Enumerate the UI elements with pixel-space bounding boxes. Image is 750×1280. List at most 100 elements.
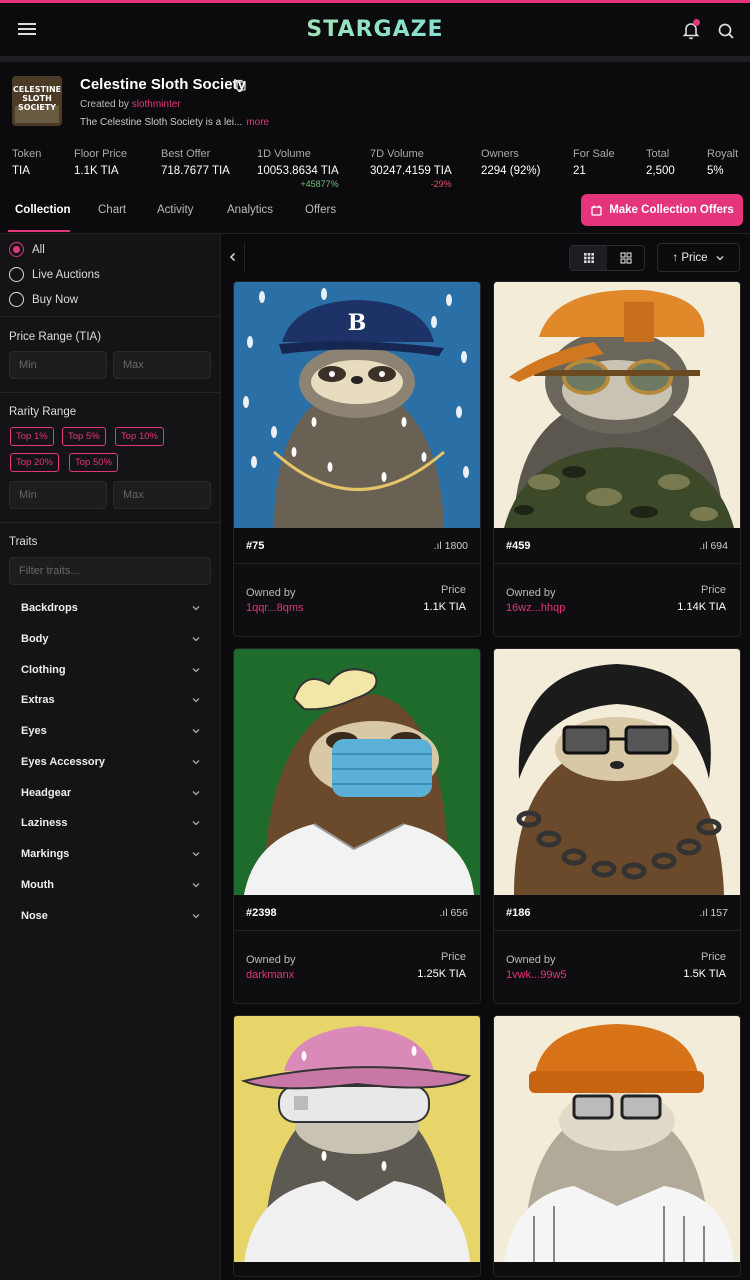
tab-analytics[interactable]: Analytics — [227, 204, 273, 216]
stat-token: Token TIA — [12, 148, 42, 177]
rarity-chip-top-5[interactable]: Top 5% — [62, 427, 106, 446]
filter-buy-now[interactable]: Buy Now — [9, 292, 78, 307]
nft-card[interactable] — [493, 1015, 741, 1277]
token-id: #459 — [506, 539, 531, 552]
owner-address[interactable]: darkmanx — [246, 969, 294, 981]
filter-traits-input[interactable]: Filter traits... — [9, 557, 211, 585]
nft-card[interactable] — [233, 1015, 481, 1277]
collapse-sidebar-button[interactable] — [221, 242, 245, 272]
nft-image: B — [234, 282, 480, 528]
rarity-rank: .ıl 656 — [439, 906, 468, 919]
chevron-down-icon — [192, 852, 200, 857]
nft-image — [234, 649, 480, 895]
price-value: 1.14K TIA — [677, 601, 726, 613]
sort-dropdown[interactable]: ↑ Price — [657, 243, 740, 272]
rarity-chip-top-10[interactable]: Top 10% — [115, 427, 164, 446]
trait-extras[interactable]: Extras — [21, 694, 201, 706]
trait-eyes-accessory[interactable]: Eyes Accessory — [21, 756, 201, 768]
collection-title: Celestine Sloth Society — [80, 76, 246, 93]
owned-by-label: Owned by — [506, 954, 556, 966]
price-label: Price — [700, 584, 726, 596]
rarity-rank: .ıl 1800 — [433, 539, 468, 552]
bar-chart-icon: .ıl — [699, 539, 708, 552]
card-footer: Owned by 16wz...hhqp Price 1.14K TIA — [494, 564, 740, 636]
rarity-rank: .ıl 157 — [699, 906, 728, 919]
make-collection-offers-button[interactable]: Make Collection Offers — [581, 194, 743, 226]
trait-nose[interactable]: Nose — [21, 910, 201, 922]
price-range-title: Price Range (TIA) — [9, 331, 102, 343]
stats-bar: Token TIA Floor Price 1.1K TIA Best Offer 7… — [0, 148, 750, 190]
tab-offers[interactable]: Offers — [305, 204, 336, 216]
make-offers-label: Make Collection Offers — [609, 204, 734, 216]
card-id-row: #75 .ıl 1800 — [234, 528, 480, 564]
owner-address[interactable]: 1vwk...99w5 — [506, 969, 567, 981]
card-id-row: #2398 .ıl 656 — [234, 895, 480, 931]
stargaze-logo[interactable]: STARGAZE — [0, 17, 750, 42]
owner-address[interactable]: 16wz...hhqp — [506, 602, 565, 614]
chevron-down-icon — [192, 698, 200, 703]
creator-link[interactable]: slothminter — [132, 99, 181, 110]
rarity-chip-top-20[interactable]: Top 20% — [10, 453, 59, 472]
card-id-row: #459 .ıl 694 — [494, 528, 740, 564]
svg-text:SLOTH: SLOTH — [22, 94, 52, 103]
tab-chart[interactable]: Chart — [98, 204, 126, 216]
svg-text:SOCIETY: SOCIETY — [18, 103, 56, 112]
trait-markings[interactable]: Markings — [21, 848, 201, 860]
chevron-down-icon — [192, 914, 200, 919]
nft-card[interactable]: #459 .ıl 694 Owned by 16wz...hhqp Price … — [493, 281, 741, 637]
trait-eyes[interactable]: Eyes — [21, 725, 201, 737]
rarity-min-input[interactable]: Min — [9, 481, 107, 509]
created-by: Created by slothminter — [80, 99, 181, 110]
collection-avatar: CELESTINE SLOTH SOCIETY — [12, 76, 62, 126]
stat-owners: Owners 2294 (92%) — [481, 148, 541, 177]
trait-body[interactable]: Body — [21, 633, 201, 645]
nft-image — [494, 1016, 740, 1262]
chevron-left-icon — [229, 252, 235, 262]
rarity-chip-top-50[interactable]: Top 50% — [69, 453, 118, 472]
copy-icon[interactable] — [233, 78, 247, 92]
trait-laziness[interactable]: Laziness — [21, 817, 201, 829]
search-icon[interactable] — [715, 20, 737, 42]
price-label: Price — [440, 584, 466, 596]
notification-bell-icon[interactable] — [680, 19, 702, 41]
tab-collection[interactable]: Collection — [15, 204, 71, 216]
sort-label: ↑ Price — [672, 251, 708, 264]
trait-clothing[interactable]: Clothing — [21, 664, 201, 676]
stat-best-offer: Best Offer 718.7677 TIA — [161, 148, 230, 177]
active-tab-indicator — [8, 230, 70, 232]
grid-view-toggle — [569, 245, 645, 271]
filter-all[interactable]: All — [9, 242, 45, 257]
rarity-max-input[interactable]: Max — [113, 481, 211, 509]
more-link[interactable]: more — [246, 117, 269, 128]
price-min-input[interactable]: Min — [9, 351, 107, 379]
grid-small-view-button[interactable] — [570, 246, 607, 270]
chevron-down-icon — [716, 255, 724, 260]
token-id: #2398 — [246, 906, 277, 919]
trait-headgear[interactable]: Headgear — [21, 787, 201, 799]
radio-icon — [9, 292, 24, 307]
nft-card[interactable]: #186 .ıl 157 Owned by 1vwk...99w5 Price … — [493, 648, 741, 1004]
nft-card[interactable]: B #75 .ıl 1800 Owned by 1qqr...8qms Pric… — [233, 281, 481, 637]
chevron-down-icon — [192, 883, 200, 888]
grid-icon — [619, 252, 632, 264]
svg-text:B: B — [348, 310, 367, 336]
trait-mouth[interactable]: Mouth — [21, 879, 201, 891]
price-max-input[interactable]: Max — [113, 351, 211, 379]
chevron-down-icon — [192, 821, 200, 826]
price-label: Price — [440, 951, 466, 963]
grid-large-view-button[interactable] — [607, 246, 644, 270]
stat-for-sale: For Sale 21 — [573, 148, 615, 177]
card-footer: Owned by 1qqr...8qms Price 1.1K TIA — [234, 564, 480, 636]
stat-1d-volume: 1D Volume 10053.8634 TIA +45877% — [257, 148, 339, 189]
trait-backdrops[interactable]: Backdrops — [21, 602, 201, 614]
owner-address[interactable]: 1qqr...8qms — [246, 602, 303, 614]
tab-activity[interactable]: Activity — [157, 204, 193, 216]
nft-card[interactable]: #2398 .ıl 656 Owned by darkmanx Price 1.… — [233, 648, 481, 1004]
filter-live-auctions[interactable]: Live Auctions — [9, 267, 100, 282]
bar-chart-icon: .ıl — [433, 539, 442, 552]
owned-by-label: Owned by — [246, 587, 296, 599]
rarity-chip-top-1[interactable]: Top 1% — [10, 427, 54, 446]
stat-royalty: Royalt 5% — [707, 148, 739, 177]
price-label: Price — [700, 951, 726, 963]
notification-dot — [693, 19, 700, 26]
